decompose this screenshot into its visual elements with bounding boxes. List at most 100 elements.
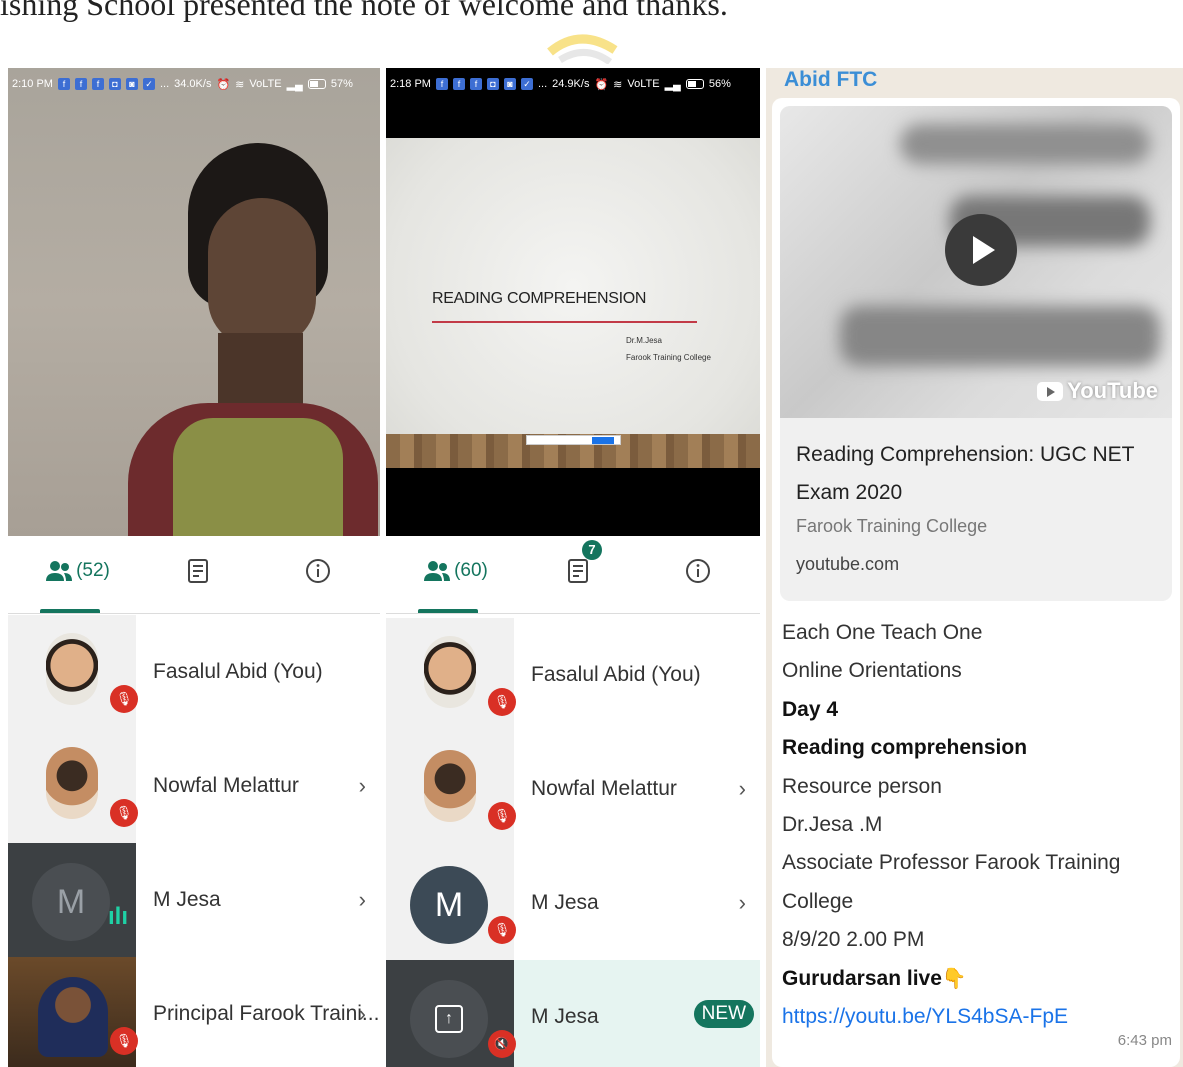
info-icon bbox=[686, 559, 710, 583]
check-icon: ✓ bbox=[520, 78, 533, 90]
meet-screen-1: 2:10 PM f f f ◘ ◙ ✓ ... 34.0K/s ⏰ ≋ VoLT… bbox=[8, 68, 380, 1067]
notification-icon: ◘ bbox=[108, 78, 121, 90]
message-line: 8/9/20 2.00 PM bbox=[782, 928, 925, 952]
speaking-icon: ılı bbox=[108, 903, 129, 930]
participant-thumb bbox=[8, 729, 136, 843]
participant-row[interactable]: 🎙 Fasalul Abid (You) bbox=[386, 618, 760, 732]
meeting-tabs: (60) 7 bbox=[386, 536, 760, 614]
tab-people[interactable]: (52) bbox=[33, 546, 123, 596]
pointing-down-icon: 👇 bbox=[941, 967, 967, 990]
message-bubble: YouTube Reading Comprehension: UGC NET E… bbox=[772, 98, 1180, 1067]
preview-domain: youtube.com bbox=[796, 554, 900, 574]
participant-row[interactable]: 🎙 Nowfal Melattur › bbox=[8, 729, 380, 843]
youtube-brand: YouTube bbox=[1067, 378, 1158, 403]
speaker-video bbox=[8, 68, 380, 543]
youtube-link[interactable]: https://youtu.be/YLS4bSA-FpE bbox=[782, 1005, 1068, 1028]
people-icon bbox=[424, 561, 451, 581]
people-icon bbox=[46, 561, 73, 581]
mic-off-icon: 🎙 bbox=[488, 916, 516, 944]
status-bar: 2:18 PM f f f ◘ ◙ ✓ ... 24.9K/s ⏰ ≋ VoLT… bbox=[386, 68, 760, 100]
video-thumbnail[interactable]: YouTube bbox=[780, 106, 1172, 418]
facebook-icon: f bbox=[57, 78, 70, 90]
participant-name: Nowfal Melattur bbox=[153, 774, 299, 797]
chevron-right-icon[interactable]: › bbox=[359, 957, 366, 1067]
slide-author: Dr.M.Jesa bbox=[626, 336, 663, 345]
link-preview[interactable]: YouTube Reading Comprehension: UGC NET E… bbox=[780, 106, 1172, 601]
preview-title: Reading Comprehension: UGC NET Exam 2020 bbox=[796, 443, 1135, 504]
preview-channel: Farook Training College bbox=[796, 516, 988, 536]
chevron-right-icon[interactable]: › bbox=[359, 729, 366, 843]
status-battery: 57% bbox=[330, 78, 353, 90]
meeting-tabs: (52) bbox=[8, 536, 380, 614]
facebook-icon: f bbox=[74, 78, 87, 90]
presentation-slide: READING COMPREHENSION Dr.M.Jesa Farook T… bbox=[386, 138, 760, 468]
mic-off-icon: 🎙 bbox=[110, 1027, 138, 1055]
video-letterbox bbox=[386, 468, 760, 536]
message-line: College bbox=[782, 889, 854, 913]
status-network: VoLTE bbox=[249, 78, 282, 90]
people-count: (52) bbox=[76, 560, 110, 581]
tab-people[interactable]: (60) bbox=[411, 546, 501, 596]
whatsapp-message: Abid FTC YouTube Reading Comprehension: … bbox=[766, 68, 1183, 1067]
youtube-logo: YouTube bbox=[1037, 378, 1158, 404]
mic-off-icon: 🎙 bbox=[488, 688, 516, 716]
message-text: Each One Teach One Online Orientations D… bbox=[782, 614, 1162, 1036]
tab-chat[interactable] bbox=[178, 546, 218, 596]
facebook-icon: f bbox=[91, 78, 104, 90]
status-network: VoLTE bbox=[627, 78, 660, 90]
invite-bar bbox=[526, 435, 621, 445]
notification-icon: ◘ bbox=[486, 78, 499, 90]
participant-row[interactable]: 🎙 Fasalul Abid (You) bbox=[8, 615, 380, 729]
video-letterbox bbox=[386, 100, 760, 138]
facebook-icon: f bbox=[469, 78, 482, 90]
chevron-right-icon[interactable]: › bbox=[739, 732, 746, 846]
info-icon bbox=[306, 559, 330, 583]
participant-row[interactable]: M ılı M Jesa › bbox=[8, 843, 380, 957]
tab-info[interactable] bbox=[678, 546, 718, 596]
facebook-icon: f bbox=[452, 78, 465, 90]
participant-row[interactable]: M 🎙 M Jesa › bbox=[386, 846, 760, 960]
new-badge: NEW bbox=[693, 1000, 754, 1028]
message-time: 6:43 pm bbox=[1117, 1032, 1172, 1049]
college-logo bbox=[547, 34, 618, 64]
chevron-right-icon[interactable]: › bbox=[739, 846, 746, 960]
participant-row[interactable]: ↑ 🔇 M Jesa NEW bbox=[386, 960, 760, 1067]
avatar bbox=[424, 750, 476, 822]
participant-name: Fasalul Abid (You) bbox=[531, 663, 701, 686]
participant-thumb bbox=[386, 618, 514, 732]
battery-icon bbox=[307, 79, 326, 89]
participant-name: M Jesa bbox=[531, 891, 599, 914]
mic-off-icon: 🎙 bbox=[110, 685, 138, 713]
message-line: Gurudarsan live bbox=[782, 966, 942, 990]
avatar bbox=[46, 747, 98, 819]
participant-row[interactable]: 🎙 Principal Farook Traini... › bbox=[8, 957, 380, 1067]
avatar: M bbox=[410, 866, 488, 944]
message-line: Resource person bbox=[782, 774, 942, 798]
participant-name: M Jesa bbox=[153, 888, 221, 911]
status-bar: 2:10 PM f f f ◘ ◙ ✓ ... 34.0K/s ⏰ ≋ VoLT… bbox=[8, 68, 380, 100]
wifi-icon: ≋ bbox=[613, 78, 623, 91]
avatar bbox=[46, 633, 98, 705]
avatar bbox=[424, 636, 476, 708]
participant-name: Fasalul Abid (You) bbox=[153, 660, 323, 683]
chevron-right-icon[interactable]: › bbox=[359, 843, 366, 957]
mic-off-icon: 🎙 bbox=[488, 802, 516, 830]
signal-icon: ▂▄ bbox=[664, 78, 681, 91]
signal-icon: ▂▄ bbox=[286, 78, 303, 91]
message-line: Day 4 bbox=[782, 697, 839, 721]
alarm-icon: ⏰ bbox=[216, 78, 231, 91]
participant-row[interactable]: 🎙 Nowfal Melattur › bbox=[386, 732, 760, 846]
tab-chat[interactable]: 7 bbox=[558, 540, 602, 596]
tab-underline bbox=[418, 609, 478, 613]
participant-thumb: M ılı bbox=[8, 843, 136, 957]
presentation-icon: ↑ bbox=[410, 980, 488, 1058]
play-icon[interactable] bbox=[945, 214, 1017, 286]
message-line: Associate Professor Farook Training bbox=[782, 851, 1121, 875]
tab-info[interactable] bbox=[298, 546, 338, 596]
slide-title: READING COMPREHENSION bbox=[432, 290, 647, 307]
participant-name: M Jesa bbox=[531, 1005, 599, 1028]
sender-name: Abid FTC bbox=[784, 68, 878, 91]
people-count: (60) bbox=[454, 560, 488, 581]
mic-off-icon: 🎙 bbox=[110, 799, 138, 827]
status-speed: 34.0K/s bbox=[174, 78, 212, 90]
